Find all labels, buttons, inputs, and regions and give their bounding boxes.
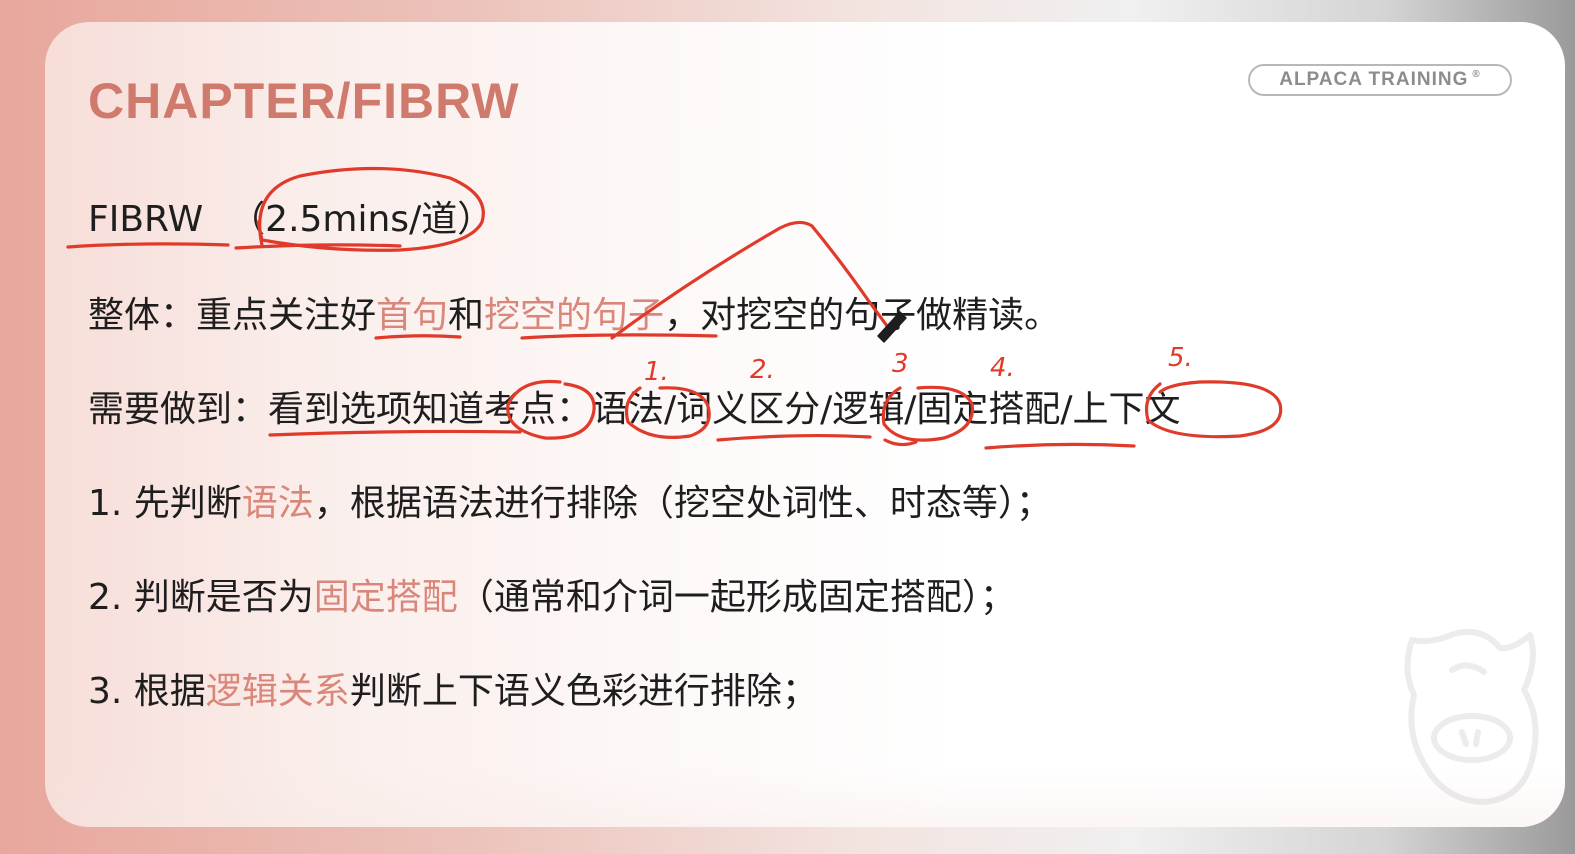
brand-name: ALPACA TRAINING [1279,69,1469,90]
step2-accent: 固定搭配 [313,577,458,618]
step2-suffix: （通常和介词一起形成固定搭配）； [457,577,1016,618]
brand-trademark: ® [1472,68,1481,80]
line-requirements: 需要做到：看到选项知道考点：语法/词义区分/逻辑/固定搭配/上下文 [88,392,1181,428]
line-overall: 整体：重点关注好首句和挖空的句子，对挖空的句子做精读。 [88,298,1060,334]
line-step-3: 3. 根据逻辑关系判断上下语义色彩进行排除； [88,674,818,710]
alpaca-mascot-icon [1404,628,1539,805]
overall-accent-blank-sentence: 挖空的句子 [484,295,665,336]
time-per-question: （2.5mins/道） [229,199,494,240]
step1-accent: 语法 [241,483,314,524]
line-step-1: 1. 先判断语法，根据语法进行排除（挖空处词性、时态等）； [88,486,1052,522]
overall-accent-first-sentence: 首句 [376,295,449,336]
overall-mid: 和 [448,295,485,336]
overall-prefix: 整体：重点关注好 [88,295,377,336]
step1-prefix: 1. 先判断 [88,483,242,524]
overall-suffix: ，对挖空的句子做精读。 [664,295,1061,336]
step3-accent: 逻辑关系 [205,671,350,712]
step3-prefix: 3. 根据 [88,671,206,712]
requirements-points: 语法/词义区分/逻辑/固定搭配/上下文 [592,389,1181,430]
line-step-2: 2. 判断是否为固定搭配（通常和介词一起形成固定搭配）； [88,580,1016,616]
step3-suffix: 判断上下语义色彩进行排除； [349,671,818,712]
brand-badge: ALPACA TRAINING ® [1248,64,1512,96]
step2-prefix: 2. 判断是否为 [88,577,314,618]
chapter-title: CHAPTER/FIBRW [88,73,520,129]
step1-suffix: ，根据语法进行排除（挖空处词性、时态等）； [313,483,1052,524]
requirements-prefix: 需要做到：看到选项知道考点： [88,389,593,430]
line-fibrw-heading: FIBRW （2.5mins/道） [88,202,493,238]
card-bottom-fade [45,767,1565,827]
fibrw-label: FIBRW [88,199,204,240]
